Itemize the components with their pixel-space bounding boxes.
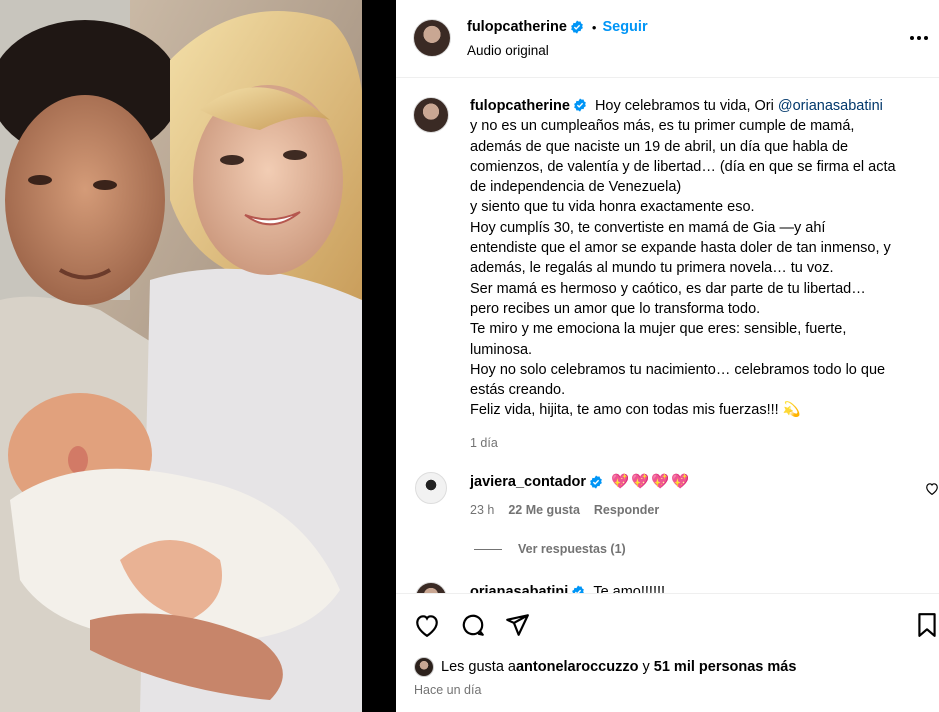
caption-time[interactable]: 1 día [470, 433, 930, 453]
caption: fulopcatherine Hoy celebramos tu vida, O… [470, 96, 930, 453]
liker-username[interactable]: antonelaroccuzzo [516, 659, 638, 675]
likes-count[interactable]: 51 mil personas más [654, 659, 797, 675]
dot-separator: • [591, 19, 597, 35]
likes-prefix: Les gusta a [441, 659, 516, 675]
share-send-icon[interactable] [502, 610, 532, 640]
caption-line: estás creando. [470, 382, 566, 399]
view-replies-button[interactable]: Ver respuestas (1) [474, 542, 626, 556]
caption-line: y siento que tu vida honra exactamente e… [470, 199, 755, 216]
view-replies-label: Ver respuestas (1) [518, 542, 626, 556]
commenter-avatar[interactable] [415, 472, 447, 504]
replies-line [474, 548, 502, 550]
post-photo[interactable] [0, 0, 362, 712]
partial-comment-text: Te amo!!!!!! [593, 584, 666, 593]
caption-mention[interactable]: @orianasabatini [778, 98, 883, 114]
reply-button[interactable]: Responder [594, 503, 659, 517]
partial-comment-author[interactable]: orianasabatini [470, 584, 568, 593]
post-panel: fulopcatherine • Seguir Audio original f… [396, 0, 939, 712]
post-header: fulopcatherine • Seguir Audio original [396, 0, 939, 78]
likes-summary: Les gusta a antonelaroccuzzo y 51 mil pe… [414, 657, 796, 677]
caption-line: pero recibes un amor que lo transforma t… [470, 300, 761, 317]
caption-line: además de que naciste un 19 de abril, un… [470, 138, 849, 155]
comment-author[interactable]: javiera_contador [470, 474, 586, 490]
comment-text: 💖💖💖💖 [611, 474, 692, 490]
partial-commenter-avatar[interactable] [415, 582, 447, 593]
audio-label[interactable]: Audio original [467, 43, 549, 58]
author-username[interactable]: fulopcatherine [467, 19, 567, 35]
verified-badge-icon [572, 585, 585, 593]
caption-author-avatar[interactable] [413, 97, 449, 133]
photo-separator [362, 0, 396, 712]
caption-line: y no es un cumpleaños más, es tu primer … [470, 118, 855, 135]
post-date[interactable]: Hace un día [414, 683, 481, 697]
caption-line: además, le regalás al mundo tu primera n… [470, 260, 834, 277]
more-options-icon[interactable] [906, 26, 932, 50]
caption-line: Te miro y me emociona la mujer que eres:… [470, 321, 847, 338]
verified-badge-icon [590, 474, 602, 489]
caption-line: Hoy cumplís 30, te convertiste en mamá d… [470, 219, 826, 236]
photo-illustration [0, 0, 362, 712]
comments-area[interactable]: fulopcatherine Hoy celebramos tu vida, O… [396, 79, 939, 593]
caption-line: luminosa. [470, 341, 533, 358]
comment-bubble-icon[interactable] [458, 610, 488, 640]
caption-line: Hoy no solo celebramos tu nacimiento… ce… [470, 361, 886, 378]
liker-avatar[interactable] [414, 657, 434, 677]
caption-line: de independencia de Venezuela) [470, 179, 682, 196]
like-heart-icon[interactable] [412, 610, 442, 640]
caption-line: entendiste que el amor se expande hasta … [470, 240, 891, 257]
comment-like-heart-icon[interactable] [924, 480, 939, 496]
partial-comment-row: orianasabatini Te amo!!!!!! [470, 584, 665, 593]
save-bookmark-icon[interactable] [912, 610, 939, 640]
comment-meta: 23 h 22 Me gusta Responder [470, 503, 659, 517]
author-avatar[interactable] [413, 19, 451, 57]
comment-likes[interactable]: 22 Me gusta [508, 503, 580, 517]
likes-middle: y [638, 659, 654, 675]
verified-badge-icon [574, 98, 586, 112]
caption-line: Ser mamá es hermoso y caótico, es dar pa… [470, 280, 866, 297]
comment-row: javiera_contador 💖💖💖💖 [470, 473, 692, 491]
post-actions: Les gusta a antonelaroccuzzo y 51 mil pe… [396, 593, 939, 712]
caption-line: Feliz vida, hijita, te amo con todas mis… [470, 402, 801, 419]
caption-line: comienzos, de valentía y de libertad… (d… [470, 158, 896, 175]
author-row: fulopcatherine • Seguir [467, 19, 648, 35]
verified-badge-icon [571, 20, 583, 34]
follow-button[interactable]: Seguir [602, 19, 647, 35]
comment-time[interactable]: 23 h [470, 503, 494, 517]
caption-author[interactable]: fulopcatherine [470, 98, 570, 114]
caption-first-line: Hoy celebramos tu vida, Ori [594, 98, 778, 114]
